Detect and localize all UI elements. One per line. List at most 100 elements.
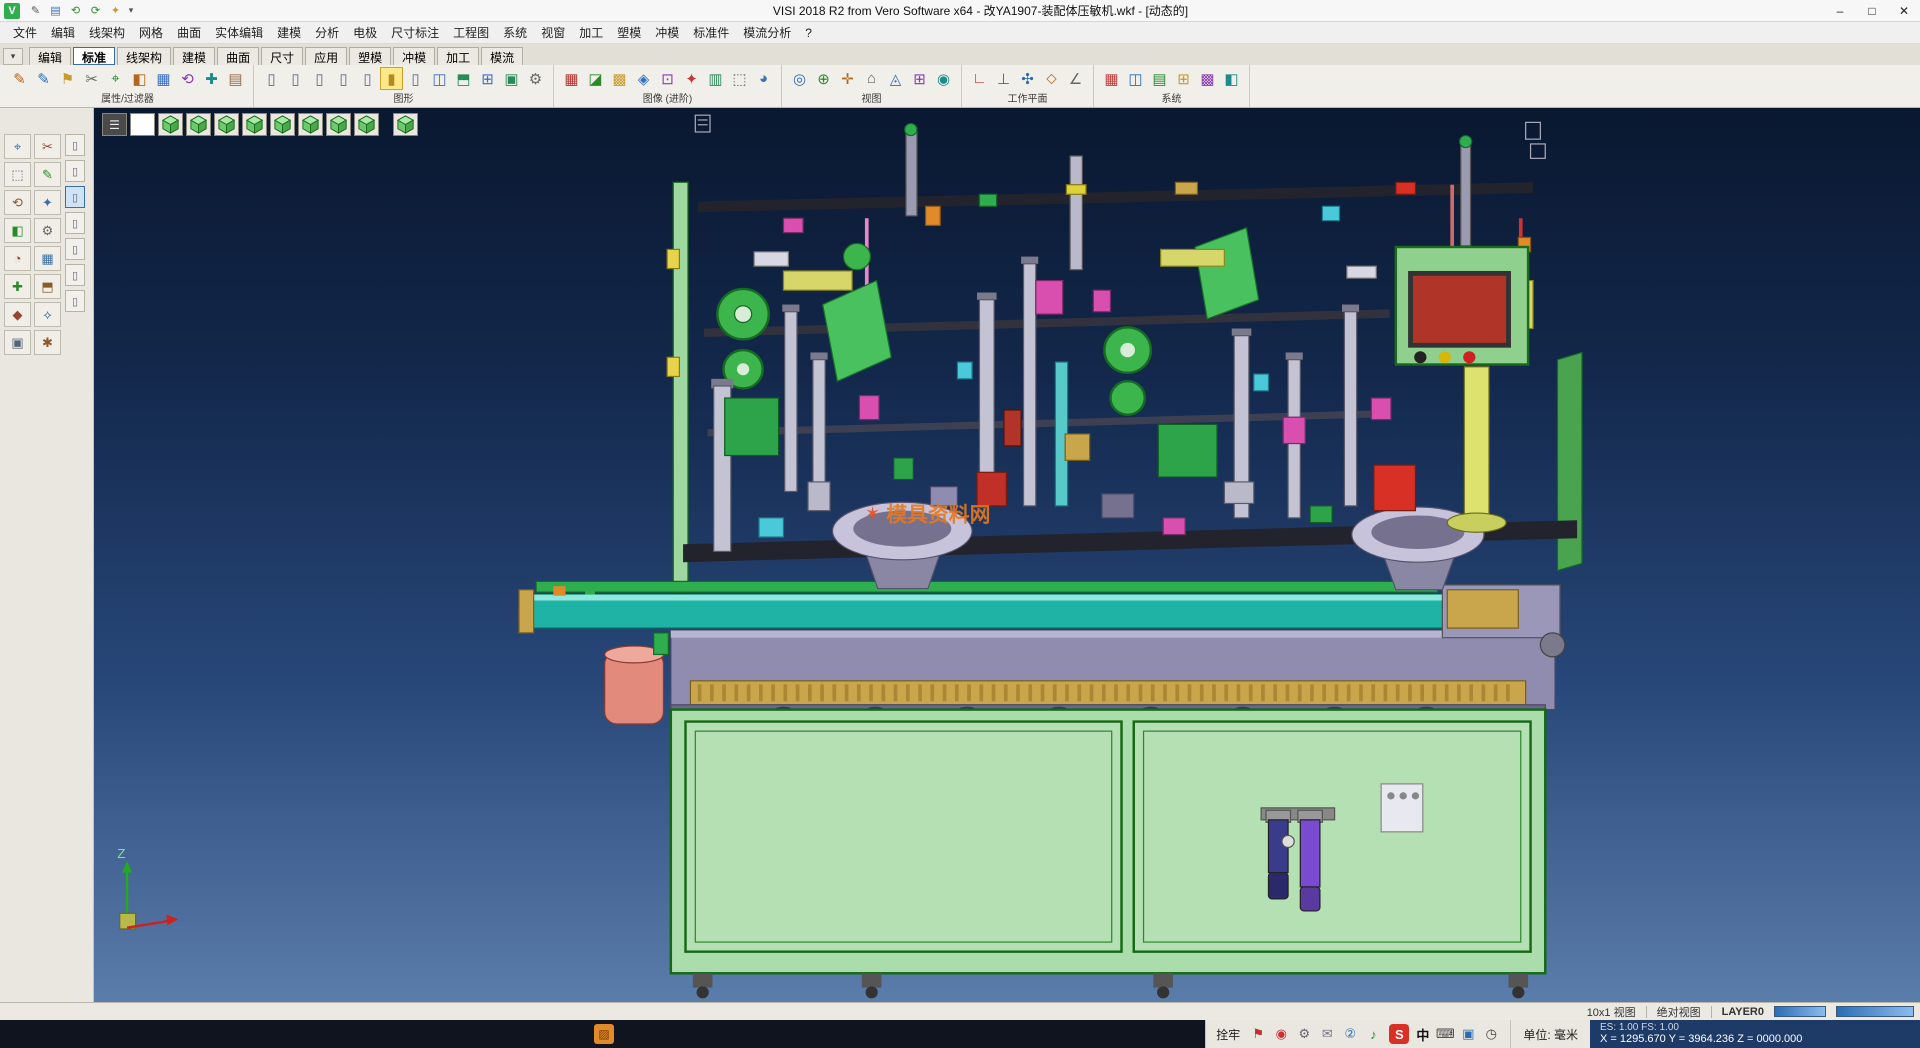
menu-item[interactable]: 塑模 bbox=[610, 21, 648, 44]
toolbar-button[interactable]: ▥ bbox=[704, 67, 727, 90]
toolbar-button[interactable]: ▯ bbox=[332, 67, 355, 90]
toolbar-button[interactable]: ▮ bbox=[380, 67, 403, 90]
close-button[interactable]: ✕ bbox=[1888, 0, 1920, 21]
quick-access-icon[interactable]: ▤ bbox=[46, 2, 65, 19]
toolbar-button[interactable]: ▩ bbox=[608, 67, 631, 90]
sidebar-tool-button[interactable]: ✦ bbox=[34, 190, 61, 215]
toolbar-button[interactable]: ⊞ bbox=[476, 67, 499, 90]
view-cube-back[interactable] bbox=[214, 113, 239, 136]
toolbar-button[interactable]: ▯ bbox=[404, 67, 427, 90]
sidebar-tool-button[interactable]: ⚙ bbox=[34, 218, 61, 243]
minimize-button[interactable]: – bbox=[1824, 0, 1856, 21]
tray-icon[interactable]: ◷ bbox=[1482, 1025, 1500, 1043]
toolbar-button[interactable]: ✎ bbox=[8, 67, 31, 90]
toolbar-button[interactable]: ◪ bbox=[584, 67, 607, 90]
sidebar-tool-button[interactable]: ✎ bbox=[34, 162, 61, 187]
toolbar-button[interactable]: ▦ bbox=[152, 67, 175, 90]
sidebar-tool-button[interactable]: ◧ bbox=[4, 218, 31, 243]
toolbar-button[interactable]: ▣ bbox=[500, 67, 523, 90]
ribbon-tab[interactable]: 模流 bbox=[481, 47, 523, 65]
view-cube-iso[interactable] bbox=[158, 113, 183, 136]
toolbar-button[interactable]: ∟ bbox=[968, 67, 991, 90]
toolbar-button[interactable]: ▩ bbox=[1196, 67, 1219, 90]
filter-strip-button[interactable]: ▯ bbox=[65, 134, 85, 156]
menu-item[interactable]: 系统 bbox=[496, 21, 534, 44]
ribbon-tab[interactable]: 尺寸 bbox=[261, 47, 303, 65]
ribbon-tab[interactable]: 塑模 bbox=[349, 47, 391, 65]
ribbon-tab[interactable]: 曲面 bbox=[217, 47, 259, 65]
toolbar-button[interactable]: ◬ bbox=[884, 67, 907, 90]
view-cube-dimetric[interactable] bbox=[354, 113, 379, 136]
menu-item[interactable]: 视窗 bbox=[534, 21, 572, 44]
tray-icon[interactable]: ⚙ bbox=[1295, 1025, 1313, 1043]
menu-item[interactable]: 编辑 bbox=[44, 21, 82, 44]
tray-icon[interactable]: ▣ bbox=[1459, 1025, 1477, 1043]
toolbar-button[interactable]: ◕ bbox=[752, 67, 775, 90]
menu-item[interactable]: 实体编辑 bbox=[208, 21, 270, 44]
filter-strip-button[interactable]: ▯ bbox=[65, 160, 85, 182]
layer-color-swatch[interactable] bbox=[1774, 1006, 1826, 1017]
tab-dropdown-icon[interactable]: ▾ bbox=[3, 48, 23, 65]
sidebar-tool-button[interactable]: ⟡ bbox=[34, 302, 61, 327]
view-cube-right[interactable] bbox=[326, 113, 351, 136]
active-layer-label[interactable]: LAYER0 bbox=[1722, 1006, 1764, 1018]
tray-icon[interactable]: ⚑ bbox=[1249, 1025, 1267, 1043]
sidebar-tool-button[interactable]: ⌖ bbox=[4, 134, 31, 159]
view-menu-icon[interactable]: ☰ bbox=[102, 113, 127, 136]
quick-access-icon[interactable]: ✦ bbox=[106, 2, 125, 19]
menu-item[interactable]: ? bbox=[798, 23, 819, 43]
toolbar-button[interactable]: ⊥ bbox=[992, 67, 1015, 90]
ribbon-tab[interactable]: 冲模 bbox=[393, 47, 435, 65]
quick-access-caret-icon[interactable]: ▾ bbox=[125, 5, 137, 16]
ribbon-tab[interactable]: 加工 bbox=[437, 47, 479, 65]
tray-icon[interactable]: ⌨ bbox=[1436, 1025, 1454, 1043]
ribbon-tab[interactable]: 标准 bbox=[73, 47, 115, 65]
toolbar-button[interactable]: ⟲ bbox=[176, 67, 199, 90]
view-cube-top[interactable] bbox=[242, 113, 267, 136]
menu-item[interactable]: 文件 bbox=[6, 21, 44, 44]
menu-item[interactable]: 分析 bbox=[308, 21, 346, 44]
filter-strip-button[interactable]: ▯ bbox=[65, 186, 85, 208]
sidebar-tool-button[interactable]: ▦ bbox=[34, 246, 61, 271]
toolbar-button[interactable]: ✚ bbox=[200, 67, 223, 90]
view-cube-custom[interactable] bbox=[393, 113, 418, 136]
filter-strip-button[interactable]: ▯ bbox=[65, 264, 85, 286]
sidebar-tool-button[interactable]: ✂ bbox=[34, 134, 61, 159]
menu-item[interactable]: 工程图 bbox=[446, 21, 496, 44]
sidebar-tool-button[interactable]: ⬒ bbox=[34, 274, 61, 299]
maximize-button[interactable]: □ bbox=[1856, 0, 1888, 21]
view-mode-label[interactable]: 绝对视图 bbox=[1657, 1004, 1701, 1020]
sidebar-tool-button[interactable]: ✱ bbox=[34, 330, 61, 355]
toolbar-button[interactable]: ▦ bbox=[1100, 67, 1123, 90]
toolbar-button[interactable]: ▦ bbox=[560, 67, 583, 90]
sidebar-tool-button[interactable]: ◆ bbox=[4, 302, 31, 327]
sidebar-tool-button[interactable]: ◔ bbox=[4, 246, 31, 271]
toolbar-button[interactable]: ⊕ bbox=[812, 67, 835, 90]
filter-strip-button[interactable]: ▯ bbox=[65, 290, 85, 312]
menu-item[interactable]: 标准件 bbox=[686, 21, 736, 44]
sidebar-tool-button[interactable]: ⟲ bbox=[4, 190, 31, 215]
menu-item[interactable]: 曲面 bbox=[170, 21, 208, 44]
tray-icon[interactable]: ◉ bbox=[1272, 1025, 1290, 1043]
toolbar-button[interactable]: ⬒ bbox=[452, 67, 475, 90]
toolbar-button[interactable]: ◧ bbox=[128, 67, 151, 90]
toolbar-button[interactable]: ◫ bbox=[1124, 67, 1147, 90]
toolbar-button[interactable]: ◈ bbox=[632, 67, 655, 90]
toolbar-button[interactable]: ✂ bbox=[80, 67, 103, 90]
ime-language-icon[interactable]: 中 bbox=[1416, 1025, 1429, 1044]
viewport-3d[interactable]: ☰ bbox=[94, 108, 1920, 1002]
toolbar-button[interactable]: ⬦ bbox=[1040, 67, 1063, 90]
toolbar-button[interactable]: ✣ bbox=[1016, 67, 1039, 90]
toolbar-button[interactable]: ⌂ bbox=[860, 67, 883, 90]
toolbar-button[interactable]: ✎ bbox=[32, 67, 55, 90]
view-cube-bottom[interactable] bbox=[270, 113, 295, 136]
toolbar-button[interactable]: ◧ bbox=[1220, 67, 1243, 90]
toolbar-button[interactable]: ◎ bbox=[788, 67, 811, 90]
toolbar-button[interactable]: ⊞ bbox=[1172, 67, 1195, 90]
menu-item[interactable]: 建模 bbox=[270, 21, 308, 44]
layer-color-swatch-2[interactable] bbox=[1836, 1006, 1914, 1017]
tray-icon[interactable]: ② bbox=[1341, 1025, 1359, 1043]
toolbar-button[interactable]: ∠ bbox=[1064, 67, 1087, 90]
toolbar-button[interactable]: ✦ bbox=[680, 67, 703, 90]
toolbar-button[interactable]: ▯ bbox=[356, 67, 379, 90]
